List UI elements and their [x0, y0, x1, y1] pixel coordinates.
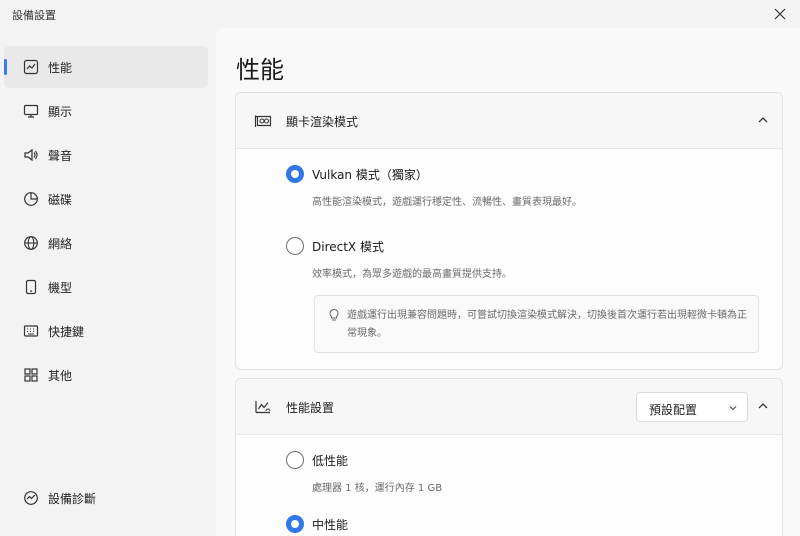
medium-performance-radio[interactable] — [286, 515, 304, 533]
vulkan-label: Vulkan 模式（獨家） — [312, 168, 428, 182]
sidebar-item-label: 性能 — [48, 60, 73, 75]
sidebar-item-label: 快捷鍵 — [48, 324, 85, 339]
sidebar: 性能 顯示 聲音 磁碟 網絡 機型 快捷鍵 其他 設備診斷 — [0, 28, 216, 536]
performance-card-title: 性能設置 — [286, 401, 335, 415]
low-performance-label: 低性能 — [312, 454, 349, 468]
sidebar-item-diagnostics[interactable]: 設備診斷 — [4, 477, 208, 519]
sidebar-item-sound[interactable]: 聲音 — [4, 134, 208, 176]
page-title: 性能 — [236, 56, 284, 84]
renderer-tip-box: 遊戲運行出現兼容問題時，可嘗試切換渲染模式解決，切換後首次運行若出現輕微卡頓為正… — [314, 295, 759, 353]
low-performance-description: 處理器 1 核，運行內存 1 GB — [312, 483, 443, 494]
sidebar-item-display[interactable]: 顯示 — [4, 90, 208, 132]
sidebar-item-model[interactable]: 機型 — [4, 266, 208, 308]
sidebar-item-label: 其他 — [48, 368, 73, 383]
close-icon — [774, 8, 786, 20]
title-bar: 設備設置 — [0, 0, 800, 28]
directx-radio[interactable] — [286, 237, 304, 255]
performance-card: 性能設置 預設配置 低性能 處理器 1 核，運行內存 1 GB 中性能 — [235, 378, 783, 536]
graphics-card-icon — [254, 115, 272, 127]
window-title: 設備設置 — [12, 9, 56, 22]
sidebar-item-label: 機型 — [48, 280, 73, 295]
renderer-card: 顯卡渲染模式 Vulkan 模式（獨家） 高性能渲染模式，遊戲運行穩定性、流暢性… — [235, 92, 783, 370]
renderer-tip-text: 遊戲運行出現兼容問題時，可嘗試切換渲染模式解決，切換後首次運行若出現輕微卡頓為正… — [347, 310, 747, 339]
renderer-card-header[interactable]: 顯卡渲染模式 — [236, 93, 782, 149]
medium-performance-label: 中性能 — [312, 518, 349, 532]
chevron-up-icon[interactable] — [756, 113, 770, 127]
directx-description: 效率模式，為眾多遊戲的最高畫質提供支持。 — [312, 269, 512, 280]
sidebar-item-disk[interactable]: 磁碟 — [4, 178, 208, 220]
performance-preset-value: 預設配置 — [649, 403, 698, 417]
globe-icon — [22, 234, 40, 252]
performance-chart-icon — [255, 401, 271, 414]
directx-label: DirectX 模式 — [312, 240, 384, 254]
sidebar-item-label: 聲音 — [48, 148, 73, 163]
vulkan-radio[interactable] — [286, 165, 304, 183]
lightbulb-icon — [329, 308, 339, 321]
disk-icon — [22, 190, 40, 208]
keyboard-icon — [22, 322, 40, 340]
phone-icon — [22, 278, 40, 296]
renderer-card-title: 顯卡渲染模式 — [286, 115, 359, 129]
monitor-icon — [22, 102, 40, 120]
chevron-down-icon — [729, 406, 737, 411]
sidebar-item-label: 顯示 — [48, 104, 73, 119]
sidebar-item-label: 磁碟 — [48, 192, 73, 207]
sidebar-item-shortcuts[interactable]: 快捷鍵 — [4, 310, 208, 352]
sidebar-item-label: 網絡 — [48, 236, 73, 251]
vulkan-description: 高性能渲染模式，遊戲運行穩定性、流暢性、畫質表現最好。 — [312, 197, 582, 208]
performance-preset-select[interactable]: 預設配置 — [636, 392, 748, 422]
diagnostics-icon — [22, 489, 40, 507]
speaker-icon — [22, 146, 40, 164]
chart-line-icon — [22, 58, 40, 76]
chevron-up-icon[interactable] — [756, 399, 770, 413]
performance-card-header[interactable]: 性能設置 預設配置 — [236, 379, 782, 435]
sidebar-item-performance[interactable]: 性能 — [4, 46, 208, 88]
sidebar-item-other[interactable]: 其他 — [4, 354, 208, 396]
sidebar-item-label: 設備診斷 — [48, 491, 97, 506]
main-content: 性能 顯卡渲染模式 Vulkan 模式（獨家） 高性能渲染模式，遊戲運行穩定性、… — [216, 28, 800, 536]
grid-icon — [22, 366, 40, 384]
close-button[interactable] — [770, 4, 790, 24]
sidebar-item-network[interactable]: 網絡 — [4, 222, 208, 264]
low-performance-radio[interactable] — [286, 451, 304, 469]
